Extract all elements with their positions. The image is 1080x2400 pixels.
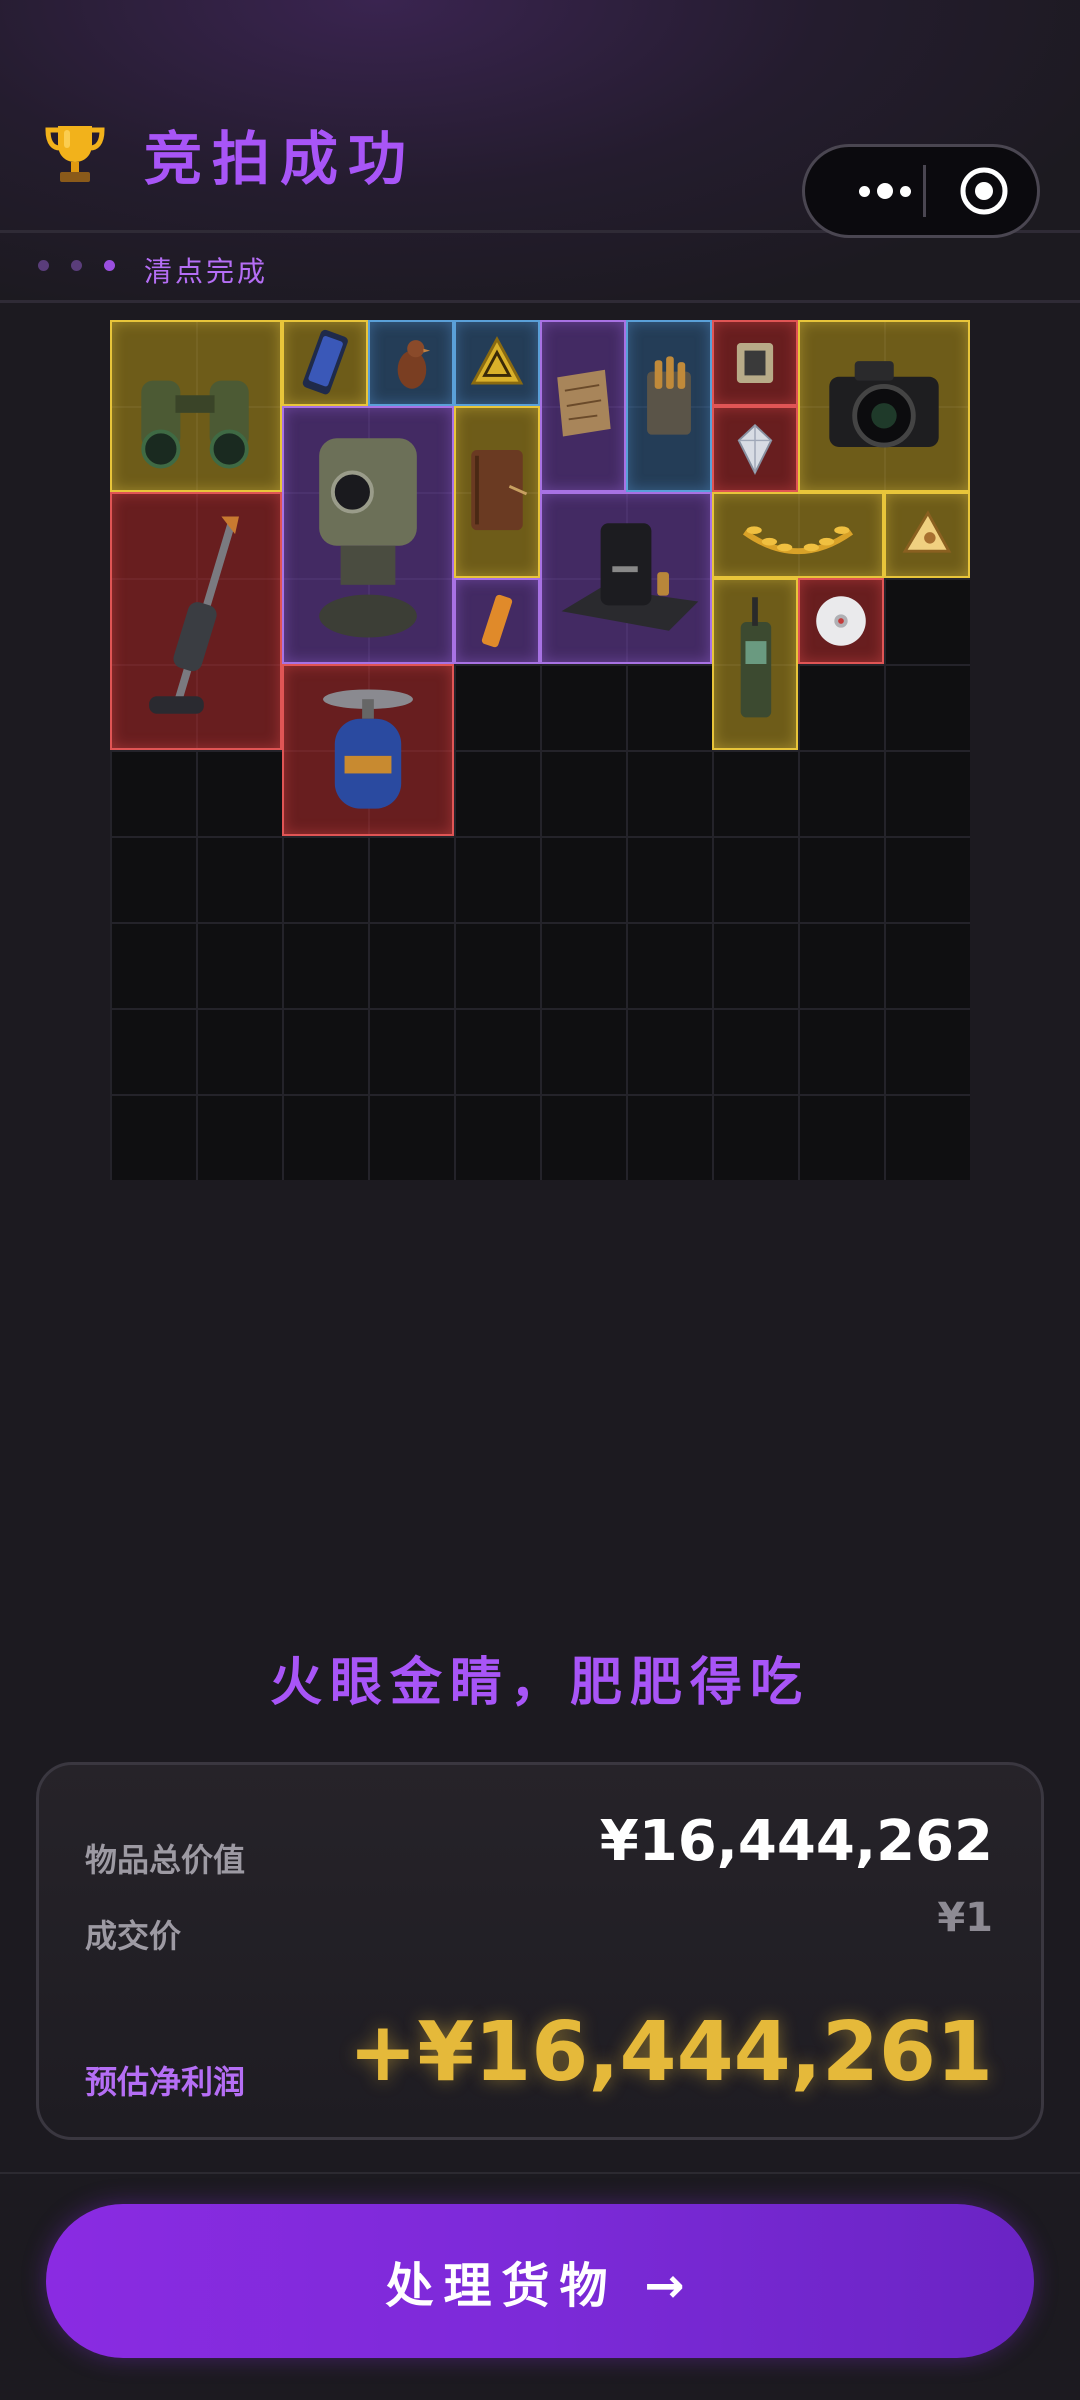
profit-value: +¥16,444,261 xyxy=(348,2005,993,2100)
item-old-map[interactable] xyxy=(540,320,626,492)
item-warning-sign[interactable] xyxy=(454,320,540,406)
item-cd-disc[interactable] xyxy=(798,578,884,664)
target-circle-icon[interactable] xyxy=(959,166,1009,216)
summary-card: 物品总价值 ¥16,444,262 成交价 ¥1 预估净利润 +¥16,444,… xyxy=(36,1762,1044,2140)
more-dots-icon[interactable] xyxy=(835,147,935,235)
inventory-grid xyxy=(110,320,970,1180)
item-laurel-wreath[interactable] xyxy=(712,492,884,578)
item-gas-canister[interactable] xyxy=(282,664,454,836)
item-camera[interactable] xyxy=(798,320,970,492)
slogan-text: 火眼金睛，肥肥得吃 xyxy=(269,1653,810,1713)
capsule-divider xyxy=(923,165,926,217)
step-dots xyxy=(38,260,115,271)
step-dot xyxy=(38,260,49,271)
footer-divider xyxy=(0,2172,1080,2174)
item-circuit-chip[interactable] xyxy=(712,320,798,406)
item-leather-notebook[interactable] xyxy=(454,406,540,578)
profit-label: 预估净利润 xyxy=(85,2063,246,2101)
item-vacuum-cleaner[interactable] xyxy=(110,492,282,750)
deal-price-value: ¥1 xyxy=(937,1895,993,1941)
trophy-icon xyxy=(45,126,105,182)
step-dot-active xyxy=(104,260,115,271)
item-walkie-talkie[interactable] xyxy=(712,578,798,750)
status-text: 清点完成 xyxy=(144,255,269,288)
item-ammo-crate[interactable] xyxy=(626,320,712,492)
total-value: ¥16,444,262 xyxy=(599,1809,993,1874)
item-bird-figurine[interactable] xyxy=(368,320,454,406)
page-title: 竞拍成功 xyxy=(144,125,417,193)
item-diamond[interactable] xyxy=(712,406,798,492)
process-goods-button[interactable]: 处理货物 → xyxy=(46,2204,1034,2358)
item-cheese-wedge[interactable] xyxy=(884,492,970,578)
step-dot xyxy=(71,260,82,271)
item-candy-bar[interactable] xyxy=(454,578,540,664)
item-turret-robot[interactable] xyxy=(282,406,454,664)
item-smartphone[interactable] xyxy=(282,320,368,406)
item-binoculars[interactable] xyxy=(110,320,282,492)
item-coffee-machine[interactable] xyxy=(540,492,712,664)
mini-program-capsule xyxy=(802,144,1040,238)
total-value-label: 物品总价值 xyxy=(85,1841,246,1879)
deal-price-label: 成交价 xyxy=(85,1917,182,1955)
